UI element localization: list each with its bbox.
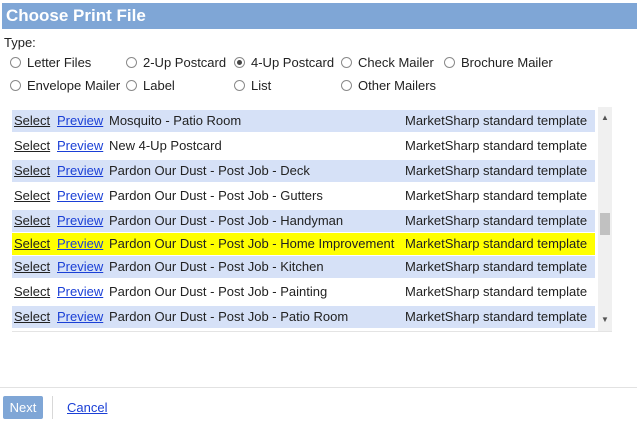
scroll-up-arrow-icon[interactable]: ▲ <box>598 111 612 125</box>
table-row-highlighted: Select Preview Pardon Our Dust - Post Jo… <box>12 233 595 255</box>
table-row: Select Preview Pardon Our Dust - Post Jo… <box>12 160 595 182</box>
file-name: Pardon Our Dust - Post Job - Handyman <box>109 213 344 228</box>
radio-label: 2-Up Postcard <box>143 55 227 70</box>
radio-check-mailer[interactable]: Check Mailer <box>341 55 434 70</box>
radio-label: Envelope Mailer <box>27 78 121 93</box>
preview-link[interactable]: Preview <box>57 135 103 157</box>
radio-label: Brochure Mailer <box>461 55 553 70</box>
table-row: Select Preview Pardon Our Dust - Post Jo… <box>12 281 595 303</box>
radio-brochure-mailer[interactable]: Brochure Mailer <box>444 55 553 70</box>
radio-circle-icon[interactable] <box>341 80 352 91</box>
file-template: MarketSharp standard template <box>405 213 588 228</box>
preview-link[interactable]: Preview <box>57 185 103 207</box>
type-label: Type: <box>4 35 36 50</box>
file-name: New 4-Up Postcard <box>109 138 222 153</box>
preview-link[interactable]: Preview <box>57 160 103 182</box>
select-link[interactable]: Select <box>14 233 50 255</box>
radio-letter-files[interactable]: Letter Files <box>10 55 91 70</box>
radio-2-up-postcard[interactable]: 2-Up Postcard <box>126 55 226 70</box>
radio-label: Check Mailer <box>358 55 434 70</box>
radio-label-type[interactable]: Label <box>126 78 175 93</box>
radio-label: 4-Up Postcard <box>251 55 335 70</box>
preview-link[interactable]: Preview <box>57 233 103 255</box>
radio-circle-icon[interactable] <box>341 57 352 68</box>
table-row: Select Preview Pardon Our Dust - Post Jo… <box>12 256 595 278</box>
radio-circle-icon[interactable] <box>126 57 137 68</box>
footer-separator <box>52 396 53 419</box>
dialog-title: Choose Print File <box>2 3 637 29</box>
file-name: Pardon Our Dust - Post Job - Kitchen <box>109 259 324 274</box>
table-row: Select Preview Mosquito - Patio Room Mar… <box>12 110 595 132</box>
scrollbar-thumb[interactable] <box>600 213 610 235</box>
file-name: Pardon Our Dust - Post Job - Home Improv… <box>109 236 395 251</box>
file-template: MarketSharp standard template <box>405 138 588 153</box>
radio-circle-icon[interactable] <box>10 57 21 68</box>
footer-divider <box>0 387 637 388</box>
scroll-down-arrow-icon[interactable]: ▼ <box>598 313 612 327</box>
table-row: Select Preview Pardon Our Dust - Post Jo… <box>12 210 595 232</box>
print-file-list[interactable]: Select Preview Mosquito - Patio Room Mar… <box>12 107 612 332</box>
file-template: MarketSharp standard template <box>405 188 588 203</box>
table-row: Select Preview New 4-Up Postcard MarketS… <box>12 135 595 157</box>
radio-envelope-mailer[interactable]: Envelope Mailer <box>10 78 120 93</box>
select-link[interactable]: Select <box>14 281 50 303</box>
preview-link[interactable]: Preview <box>57 306 103 328</box>
file-template: MarketSharp standard template <box>405 259 588 274</box>
radio-circle-icon[interactable] <box>234 80 245 91</box>
select-link[interactable]: Select <box>14 306 50 328</box>
file-template: MarketSharp standard template <box>405 163 588 178</box>
preview-link[interactable]: Preview <box>57 281 103 303</box>
file-template: MarketSharp standard template <box>405 236 588 251</box>
cancel-link[interactable]: Cancel <box>67 400 107 415</box>
file-name: Mosquito - Patio Room <box>109 113 242 128</box>
select-link[interactable]: Select <box>14 256 50 278</box>
next-button[interactable]: Next <box>3 396 43 419</box>
file-name: Pardon Our Dust - Post Job - Patio Room <box>109 309 349 324</box>
radio-4-up-postcard[interactable]: 4-Up Postcard <box>234 55 334 70</box>
radio-label: Letter Files <box>27 55 92 70</box>
radio-circle-icon[interactable] <box>444 57 455 68</box>
file-template: MarketSharp standard template <box>405 284 588 299</box>
radio-circle-icon[interactable] <box>126 80 137 91</box>
preview-link[interactable]: Preview <box>57 256 103 278</box>
table-row: Select Preview Pardon Our Dust - Post Jo… <box>12 306 595 328</box>
select-link[interactable]: Select <box>14 160 50 182</box>
radio-label: List <box>251 78 272 93</box>
file-template: MarketSharp standard template <box>405 113 588 128</box>
file-name: Pardon Our Dust - Post Job - Painting <box>109 284 328 299</box>
radio-label: Label <box>143 78 175 93</box>
select-link[interactable]: Select <box>14 185 50 207</box>
select-link[interactable]: Select <box>14 135 50 157</box>
radio-list[interactable]: List <box>234 78 271 93</box>
file-name: Pardon Our Dust - Post Job - Deck <box>109 163 310 178</box>
preview-link[interactable]: Preview <box>57 110 103 132</box>
radio-circle-selected-icon[interactable] <box>234 57 245 68</box>
radio-other-mailers[interactable]: Other Mailers <box>341 78 436 93</box>
list-scrollbar[interactable]: ▲ ▼ <box>598 107 612 331</box>
preview-link[interactable]: Preview <box>57 210 103 232</box>
file-name: Pardon Our Dust - Post Job - Gutters <box>109 188 323 203</box>
radio-circle-icon[interactable] <box>10 80 21 91</box>
select-link[interactable]: Select <box>14 110 50 132</box>
table-row: Select Preview Pardon Our Dust - Post Jo… <box>12 185 595 207</box>
select-link[interactable]: Select <box>14 210 50 232</box>
file-template: MarketSharp standard template <box>405 309 588 324</box>
radio-label: Other Mailers <box>358 78 437 93</box>
